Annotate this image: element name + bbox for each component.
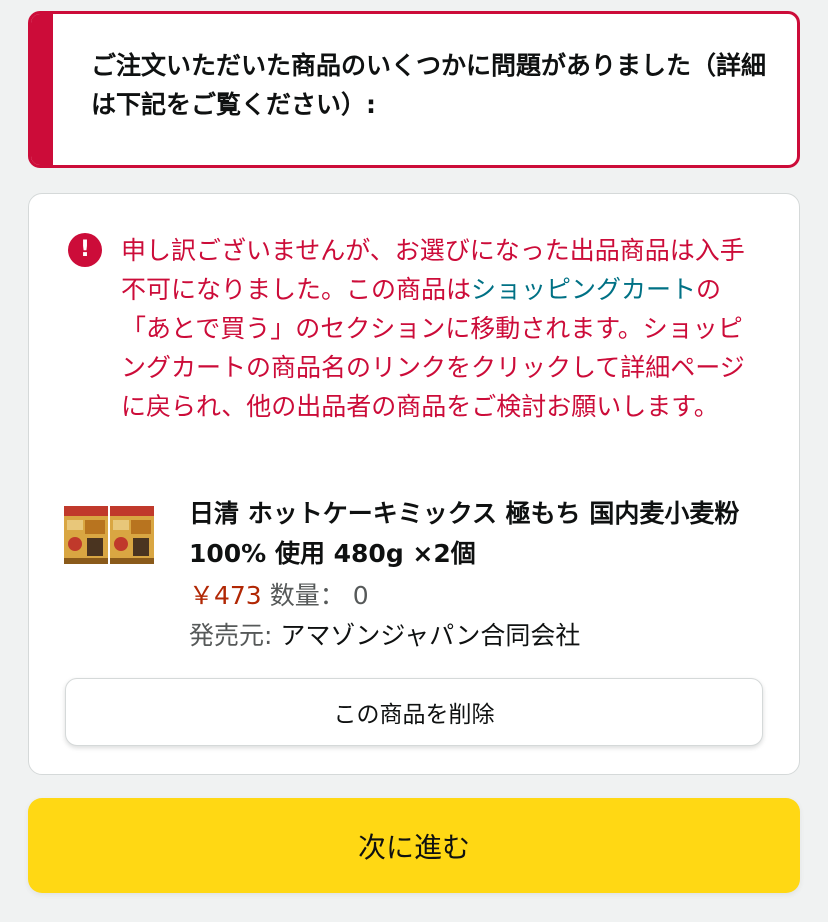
page: ご注文いただいた商品のいくつかに問題がありました（詳細は下記をご覧ください）: … xyxy=(0,0,828,922)
quantity-value: 0 xyxy=(352,581,369,610)
product-image[interactable] xyxy=(63,504,155,566)
error-message: 申し訳ございませんが、お選びになった出品商品は入手不可になりました。この商品はシ… xyxy=(121,231,761,426)
quantity-label: 数量： xyxy=(269,581,345,610)
alert-stripe xyxy=(31,14,53,165)
product-price: ￥473 xyxy=(189,581,262,610)
exclamation-circle-icon: ! xyxy=(68,233,102,267)
product-seller: 発売元: アマゾンジャパン合同会社 xyxy=(189,616,779,656)
seller-name: アマゾンジャパン合同会社 xyxy=(280,621,581,650)
delete-item-button[interactable]: この商品を削除 xyxy=(65,678,763,746)
product-title[interactable]: 日清 ホットケーキミックス 極もち 国内麦小麦粉 100% 使用 480g ×2… xyxy=(189,494,779,574)
continue-button[interactable]: 次に進む xyxy=(28,798,800,893)
shopping-cart-link[interactable]: ショッピングカート xyxy=(471,275,696,304)
unavailable-item-card: ! 申し訳ございませんが、お選びになった出品商品は入手不可になりました。この商品… xyxy=(28,193,800,775)
alert-title: ご注文いただいた商品のいくつかに問題がありました（詳細は下記をご覧ください）: xyxy=(91,51,767,119)
seller-label: 発売元: xyxy=(189,621,273,650)
alert-box: ご注文いただいた商品のいくつかに問題がありました（詳細は下記をご覧ください）: xyxy=(28,11,800,168)
product-price-quantity: ￥473 数量： 0 xyxy=(189,576,779,616)
